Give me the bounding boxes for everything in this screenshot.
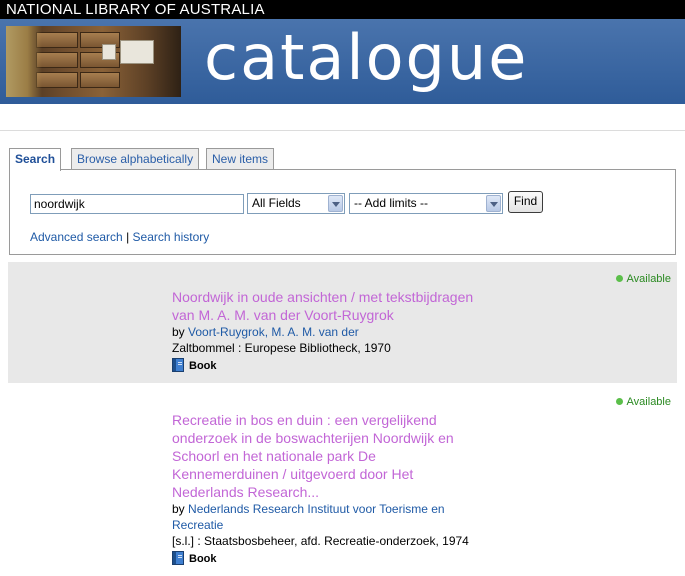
author-link[interactable]: Nederlands Research Instituut voor Toeri… (188, 502, 445, 516)
result-format: Book (172, 551, 217, 566)
result-item: Available Recreatie in bos en duin : een… (8, 385, 677, 576)
result-title-link[interactable]: Noordwijk in oude ansichten / met tekstb… (172, 288, 473, 324)
book-icon (172, 358, 184, 372)
status-dot-icon (615, 398, 623, 405)
chevron-down-icon[interactable] (328, 195, 343, 212)
chevron-down-icon[interactable] (486, 195, 501, 212)
availability-label: Available (626, 273, 671, 285)
search-input[interactable] (30, 194, 244, 214)
result-title-line: Schoorl en het nationale park De (172, 448, 376, 464)
library-brand[interactable]: NATIONAL LIBRARY OF AUSTRALIA (6, 1, 265, 18)
result-format: Book (172, 358, 217, 373)
result-author: by Nederlands Research Instituut voor To… (172, 501, 445, 517)
result-title-line: Recreatie in bos en duin : een vergelijk… (172, 412, 437, 428)
result-title-link[interactable]: Recreatie in bos en duin : een vergelijk… (172, 411, 454, 501)
tab-new-items[interactable]: New items (206, 148, 275, 170)
format-label: Book (189, 360, 217, 372)
search-history-link[interactable]: Search history (133, 230, 210, 244)
find-button[interactable]: Find (508, 191, 543, 213)
result-title-line: van M. A. M. van der Voort-Ruygrok (172, 307, 394, 323)
status-dot-icon (615, 275, 623, 282)
advanced-search-link[interactable]: Advanced search (30, 230, 123, 244)
tab-browse-alphabetically[interactable]: Browse alphabetically (71, 148, 200, 170)
result-title-line: Kennemerduinen / uitgevoerd door Het (172, 466, 414, 482)
link-separator: | (126, 230, 130, 244)
result-author-cont: Recreatie (172, 517, 223, 533)
search-panel: All Fields -- Add limits -- Find Advance… (9, 169, 676, 255)
result-publication: [s.l.] : Staatsbosbeheer, afd. Recreatie… (172, 534, 469, 548)
tab-search[interactable]: Search (9, 148, 62, 171)
search-links: Advanced search | Search history (30, 230, 209, 244)
top-bar: NATIONAL LIBRARY OF AUSTRALIA (0, 0, 685, 19)
catalogue-banner: catalogue (0, 19, 685, 104)
availability-status: Available (615, 273, 671, 285)
result-title-line: Noordwijk in oude ansichten / met tekstb… (172, 289, 474, 305)
field-select[interactable]: All Fields (247, 193, 345, 214)
author-link[interactable]: Recreatie (172, 518, 223, 532)
availability-status: Available (615, 396, 671, 408)
by-label: by (172, 325, 185, 339)
card-catalogue-photo (6, 26, 181, 97)
result-publication: Zaltbommel : Europese Bibliotheck, 1970 (172, 341, 391, 355)
result-item: Available Noordwijk in oude ansichten / … (8, 262, 677, 383)
divider (0, 130, 685, 131)
field-select-value: All Fields (252, 196, 301, 210)
result-title-line: onderzoek in de boswachterijen Noordwijk… (172, 430, 454, 446)
result-title-line: Nederlands Research... (172, 484, 320, 500)
book-icon (172, 551, 184, 565)
limits-select-value: -- Add limits -- (354, 196, 429, 210)
availability-label: Available (626, 396, 671, 408)
by-label: by (172, 502, 185, 516)
banner-title[interactable]: catalogue (204, 25, 528, 91)
format-label: Book (189, 553, 217, 565)
result-author: by Voort-Ruygrok, M. A. M. van der (172, 324, 359, 340)
author-link[interactable]: Voort-Ruygrok, M. A. M. van der (188, 325, 359, 339)
limits-select[interactable]: -- Add limits -- (349, 193, 503, 214)
